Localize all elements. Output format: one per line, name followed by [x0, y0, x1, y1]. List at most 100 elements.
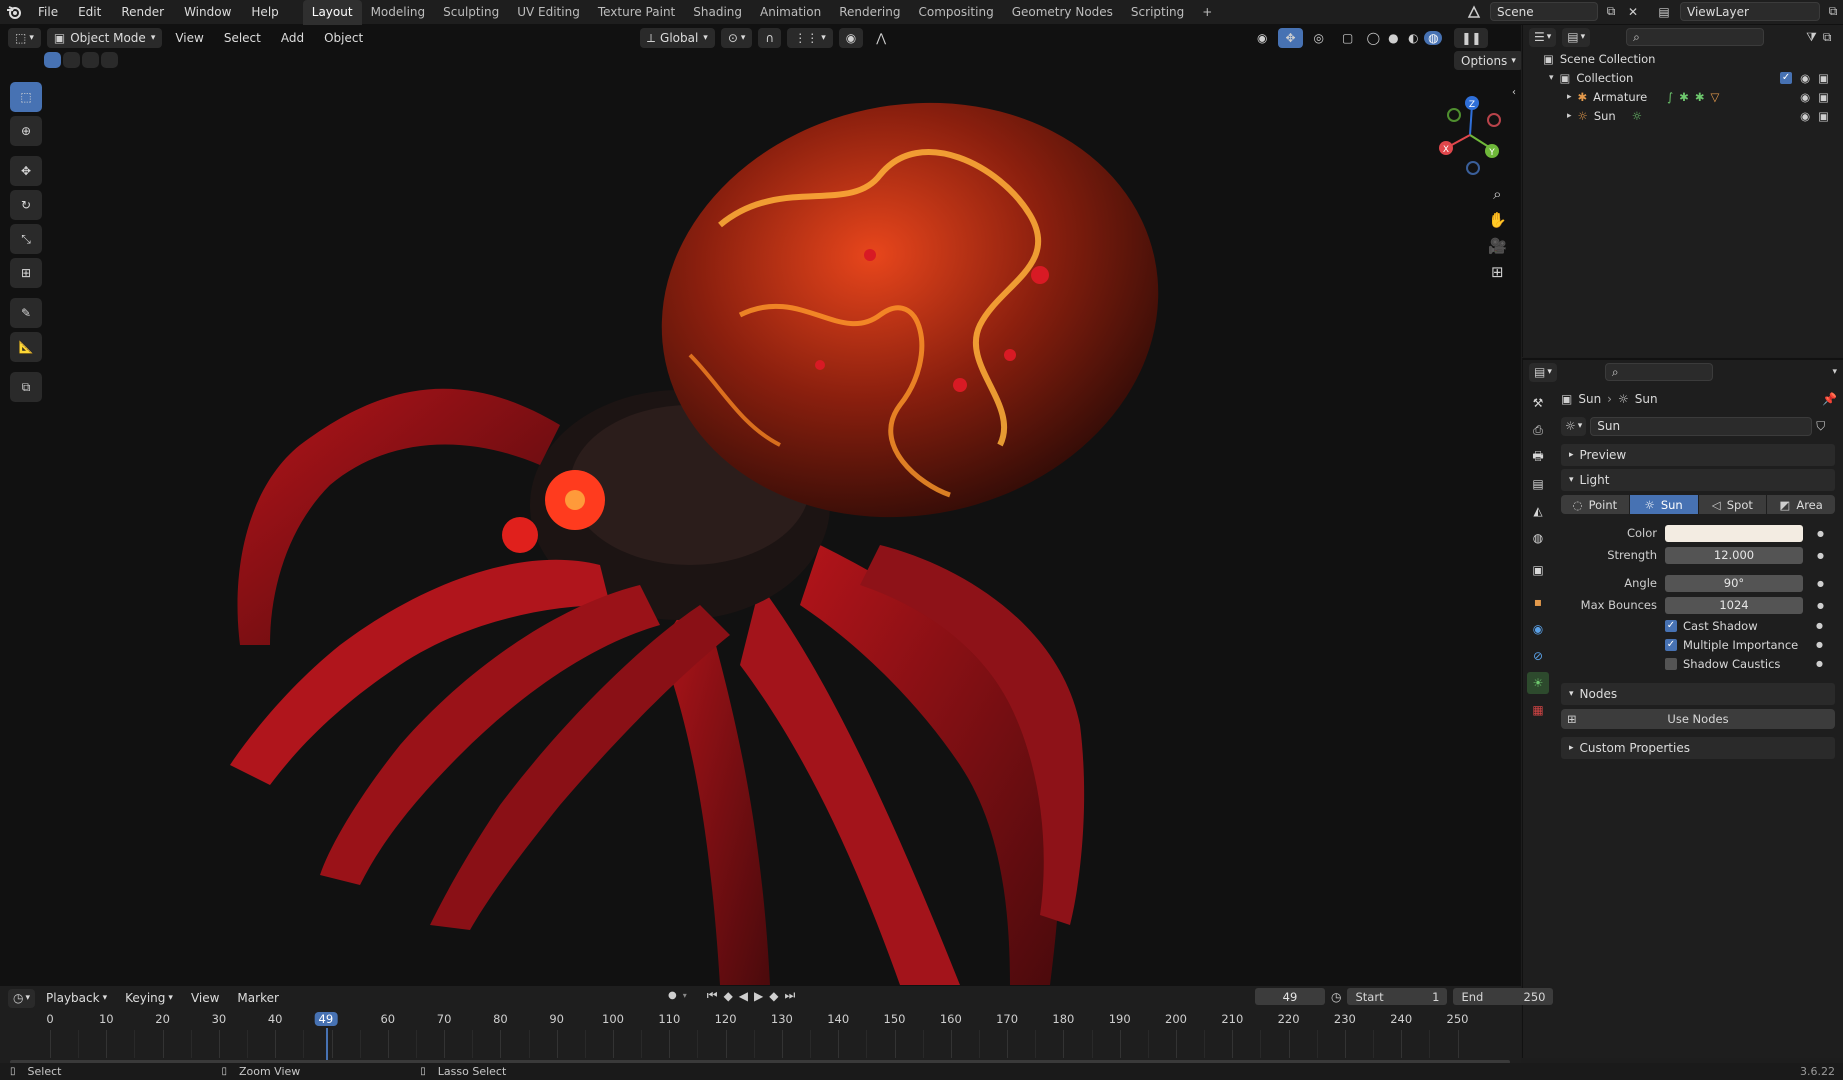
- tool-tab-icon[interactable]: ⚒: [1527, 392, 1549, 414]
- menu-window[interactable]: Window: [174, 0, 241, 25]
- xray-toggle[interactable]: ▢: [1335, 28, 1360, 48]
- new-view-layer-icon[interactable]: ⧉: [1824, 4, 1842, 19]
- filter-icon[interactable]: ⧩: [1806, 30, 1817, 45]
- eye-icon[interactable]: ◉: [1800, 90, 1810, 104]
- light-type-point[interactable]: ◌ Point: [1561, 495, 1629, 514]
- tab-sculpting[interactable]: Sculpting: [434, 0, 508, 25]
- keyframe-dot-icon[interactable]: ●: [1817, 601, 1824, 610]
- tab-uv-editing[interactable]: UV Editing: [508, 0, 589, 25]
- shadow-caustics-row[interactable]: Shadow Caustics ●: [1555, 654, 1841, 673]
- snap-toggle[interactable]: ∩: [758, 28, 782, 48]
- keyframe-dot-icon[interactable]: ●: [1817, 529, 1824, 538]
- keyframe-dot-icon[interactable]: ●: [1816, 640, 1823, 649]
- use-nodes-button[interactable]: ⊞ Use Nodes: [1561, 709, 1835, 729]
- mode-dropdown[interactable]: ▣ Object Mode ▾: [46, 28, 163, 48]
- collection-tab-icon[interactable]: ▣: [1527, 559, 1549, 581]
- physics-tab-icon[interactable]: ◉: [1527, 618, 1549, 640]
- tab-compositing[interactable]: Compositing: [909, 0, 1002, 25]
- max-bounces-field[interactable]: 1024: [1665, 596, 1803, 614]
- scale-tool-icon[interactable]: ⤡: [10, 224, 42, 254]
- measure-tool-icon[interactable]: 📐: [10, 332, 42, 362]
- menu-timeline-view[interactable]: View: [184, 988, 226, 1008]
- material-shading-icon[interactable]: ◐: [1404, 31, 1422, 45]
- select-box-tool-icon[interactable]: ⬚: [10, 82, 42, 112]
- collapse-arrow-icon[interactable]: ▾: [1549, 73, 1554, 83]
- datablock-name-field[interactable]: Sun: [1590, 416, 1813, 436]
- view-layer-icon[interactable]: ▤: [1652, 5, 1676, 19]
- render-tab-icon[interactable]: ⎙: [1527, 419, 1549, 441]
- eye-icon[interactable]: ◉: [1800, 71, 1810, 85]
- menu-view[interactable]: View: [168, 28, 210, 48]
- scene-name-field[interactable]: Scene: [1490, 2, 1598, 21]
- tab-geometry-nodes[interactable]: Geometry Nodes: [1003, 0, 1122, 25]
- cast-shadow-row[interactable]: ✓ Cast Shadow ●: [1555, 616, 1841, 635]
- menu-add[interactable]: Add: [274, 28, 311, 48]
- add-workspace-button[interactable]: +: [1193, 0, 1221, 25]
- light-data-tab-icon[interactable]: ☀: [1527, 672, 1549, 694]
- keyframe-dot-icon[interactable]: ●: [1817, 579, 1824, 588]
- pan-hand-icon[interactable]: ✋: [1488, 211, 1507, 229]
- object-tab-icon[interactable]: ▪: [1527, 591, 1549, 613]
- sun-row[interactable]: ▸ ☼ Sun ☼ ◉ ▣: [1529, 106, 1837, 125]
- color-swatch[interactable]: [1665, 524, 1803, 542]
- menu-file[interactable]: File: [28, 0, 68, 25]
- blender-logo-icon[interactable]: [0, 0, 28, 25]
- custom-properties-panel-header[interactable]: ▸ Custom Properties: [1561, 737, 1835, 759]
- select-new-icon[interactable]: [44, 52, 61, 68]
- solid-shading-icon[interactable]: ●: [1384, 31, 1402, 45]
- light-datablock-browse[interactable]: ☼ ▾: [1561, 416, 1587, 436]
- menu-select[interactable]: Select: [217, 28, 268, 48]
- snap-target-dropdown[interactable]: ⋮⋮ ▾: [787, 28, 833, 48]
- light-type-area[interactable]: ◩ Area: [1767, 495, 1835, 514]
- eye-icon[interactable]: ◉: [1800, 109, 1810, 123]
- outliner-search-input[interactable]: ⌕: [1626, 28, 1765, 46]
- timeline-ruler[interactable]: 0 10 20 30 40 49 60 70 80 90 100 110 120 130 140 150 160…: [0, 1012, 1521, 1066]
- properties-search-input[interactable]: ⌕: [1604, 363, 1713, 381]
- scene-collection-row[interactable]: ▣ Scene Collection: [1529, 49, 1837, 68]
- light-type-sun[interactable]: ☼ Sun: [1629, 495, 1698, 514]
- editor-type-button[interactable]: ⬚ ▾: [8, 28, 41, 48]
- tab-layout[interactable]: Layout: [302, 0, 362, 25]
- current-frame-field[interactable]: 49: [1255, 988, 1325, 1005]
- new-scene-icon[interactable]: ⧉: [1602, 4, 1620, 19]
- play-reverse-icon[interactable]: ◀: [739, 989, 748, 1003]
- tab-shading[interactable]: Shading: [684, 0, 751, 25]
- view-layer-field[interactable]: ViewLayer: [1680, 2, 1820, 21]
- menu-playback[interactable]: Playback ▾: [39, 988, 114, 1008]
- delete-scene-icon[interactable]: ✕: [1624, 5, 1642, 19]
- camera-icon[interactable]: ▣: [1818, 109, 1829, 123]
- properties-editor-type-button[interactable]: ▤ ▾: [1529, 362, 1557, 382]
- camera-view-icon[interactable]: 🎥: [1488, 237, 1507, 255]
- current-frame-marker[interactable]: 49: [314, 1012, 338, 1026]
- rendered-shading-icon[interactable]: ◍: [1424, 31, 1443, 45]
- texture-tab-icon[interactable]: ▦: [1527, 699, 1549, 721]
- zoom-icon[interactable]: ⌕: [1488, 185, 1507, 203]
- timeline-editor-type-button[interactable]: ◷ ▾: [8, 988, 36, 1008]
- start-frame-field[interactable]: Start 1: [1347, 988, 1448, 1005]
- tab-scripting[interactable]: Scripting: [1122, 0, 1193, 25]
- camera-icon[interactable]: ▣: [1818, 90, 1829, 104]
- collection-exclude-checkbox[interactable]: ✓: [1780, 71, 1793, 84]
- menu-object[interactable]: Object: [317, 28, 370, 48]
- ortho-grid-icon[interactable]: ⊞: [1488, 263, 1507, 281]
- playhead-line[interactable]: [325, 1028, 328, 1064]
- wireframe-shading-icon[interactable]: ◯: [1364, 31, 1382, 45]
- visibility-dropdown[interactable]: ◉: [1250, 28, 1274, 48]
- rotate-tool-icon[interactable]: ↻: [10, 190, 42, 220]
- camera-icon[interactable]: ▣: [1818, 71, 1829, 85]
- proportional-falloff-dropdown[interactable]: ⋀: [869, 28, 893, 48]
- properties-options-icon[interactable]: ▾: [1832, 367, 1837, 377]
- preview-range-icon[interactable]: ◷: [1331, 990, 1341, 1004]
- annotate-tool-icon[interactable]: ✎: [10, 298, 42, 328]
- select-extend-icon[interactable]: [63, 52, 80, 68]
- proportional-edit-toggle[interactable]: ◉: [838, 28, 864, 48]
- options-dropdown[interactable]: Options ▾: [1454, 51, 1521, 70]
- prev-keyframe-icon[interactable]: ◆: [724, 989, 733, 1003]
- light-panel-header[interactable]: ▾ Light: [1561, 469, 1835, 491]
- world-tab-icon[interactable]: ◍: [1527, 527, 1549, 549]
- overlay-toggle[interactable]: ◎: [1307, 28, 1331, 48]
- preview-panel-header[interactable]: ▸ Preview: [1561, 444, 1835, 466]
- record-icon[interactable]: ●: [668, 990, 677, 1001]
- scene-tab-icon[interactable]: ◭: [1527, 500, 1549, 522]
- tab-texture-paint[interactable]: Texture Paint: [589, 0, 684, 25]
